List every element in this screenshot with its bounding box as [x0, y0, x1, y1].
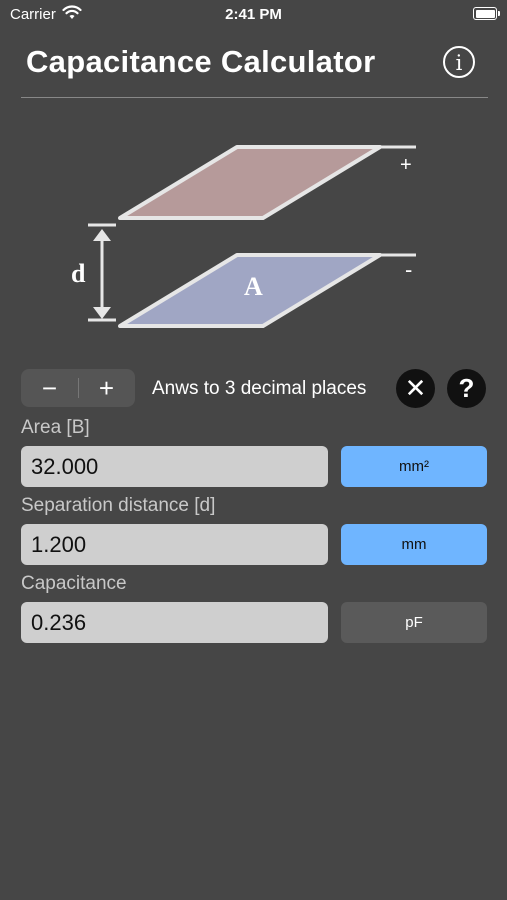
distance-label: d: [71, 259, 86, 288]
capacitance-label-text: Capacitance: [21, 573, 127, 594]
separation-label-text: Separation distance [d]: [21, 495, 216, 516]
info-icon: i: [455, 51, 463, 75]
separation-unit-button[interactable]: mm: [341, 524, 487, 565]
distance-arrow-head-top: [93, 229, 111, 241]
close-icon: ✕: [404, 373, 427, 403]
help-button[interactable]: ?: [447, 369, 486, 408]
header-divider: [21, 97, 488, 98]
battery-icon: [473, 7, 500, 20]
separation-input[interactable]: [21, 524, 328, 565]
area-unit-button[interactable]: mm²: [341, 446, 487, 487]
area-input[interactable]: [21, 446, 328, 487]
decrement-button[interactable]: −: [21, 369, 78, 407]
distance-arrow-head-bottom: [93, 307, 111, 319]
area-label-text: Area [B]: [21, 417, 90, 438]
info-button[interactable]: i: [443, 46, 475, 78]
decimal-stepper[interactable]: − +: [21, 369, 135, 407]
clear-button[interactable]: ✕: [396, 369, 435, 408]
capacitor-diagram: + - A d: [71, 145, 416, 328]
minus-label: -: [405, 257, 412, 282]
help-icon: ?: [458, 373, 475, 403]
plus-label: +: [400, 154, 412, 176]
top-plate: [118, 145, 382, 220]
capacitance-unit-button[interactable]: pF: [341, 602, 487, 643]
page-title: Capacitance Calculator: [26, 44, 376, 79]
area-label: A: [244, 272, 263, 301]
status-bar: Carrier 2:41 PM: [0, 0, 507, 28]
increment-button[interactable]: +: [78, 369, 135, 407]
decimal-places-label: Anws to 3 decimal places: [152, 378, 367, 399]
clock: 2:41 PM: [225, 6, 282, 23]
capacitance-output[interactable]: [21, 602, 328, 643]
